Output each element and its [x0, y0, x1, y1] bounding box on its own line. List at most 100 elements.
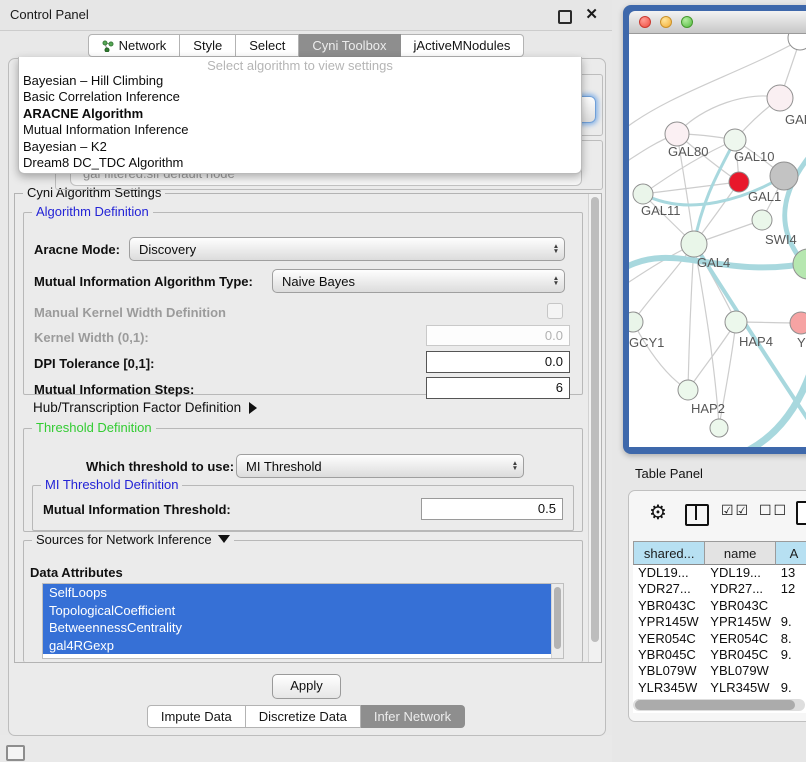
manual-kernel-label: Manual Kernel Width Definition: [34, 305, 226, 320]
close-traffic-light[interactable]: [639, 16, 651, 28]
aracne-mode-combobox[interactable]: Discovery ▲▼: [129, 237, 565, 261]
network-window-titlebar[interactable]: [629, 11, 806, 34]
kernel-width-field[interactable]: 0.0: [426, 325, 570, 346]
table-cell: YER054C: [633, 631, 705, 647]
network-edge[interactable]: [677, 96, 780, 134]
dpi-tolerance-field[interactable]: 0.0: [426, 351, 570, 373]
table-cell: YLR345W: [633, 680, 705, 696]
hub-definition-toggle[interactable]: Hub/Transcription Factor Definition: [33, 400, 257, 415]
mi-type-combobox[interactable]: Naive Bayes ▲▼: [272, 269, 565, 293]
attribute-list-item[interactable]: SelfLoops: [43, 584, 552, 602]
mi-type-label: Mutual Information Algorithm Type:: [34, 274, 253, 289]
select-all-checkboxes-icon[interactable]: ☑☑: [721, 502, 750, 519]
scrollbar-thumb[interactable]: [591, 197, 599, 642]
network-node[interactable]: [681, 231, 707, 257]
control-panel-header: Control Panel ✕: [0, 0, 612, 31]
settings-vertical-scrollbar[interactable]: [588, 194, 601, 662]
table-cell: YDL19...: [705, 565, 775, 581]
column-header[interactable]: A: [776, 541, 806, 565]
dropdown-item[interactable]: ARACNE Algorithm: [19, 106, 581, 122]
dropdown-item[interactable]: Bayesian – K2: [19, 139, 581, 155]
network-node[interactable]: [629, 312, 643, 332]
network-node[interactable]: [710, 419, 728, 437]
column-header[interactable]: name: [705, 541, 775, 565]
table-row[interactable]: YDL19...YDL19...13: [633, 565, 806, 581]
apply-button[interactable]: Apply: [272, 674, 341, 699]
table-cell: YDL19...: [633, 565, 705, 581]
export-table-icon[interactable]: [796, 501, 806, 525]
table-row[interactable]: YBR043CYBR043C: [633, 598, 806, 614]
sources-group-title[interactable]: Sources for Network Inference: [32, 533, 234, 547]
network-edge[interactable]: [688, 322, 736, 390]
dropdown-item[interactable]: Mutual Information Inference: [19, 122, 581, 138]
zoom-traffic-light[interactable]: [681, 16, 693, 28]
network-node[interactable]: [770, 162, 798, 190]
tab-infer-network[interactable]: Infer Network: [361, 705, 465, 728]
attribute-list-item[interactable]: BetweennessCentrality: [43, 619, 552, 637]
network-node[interactable]: [678, 380, 698, 400]
table-horizontal-scrollbar[interactable]: [633, 699, 805, 711]
network-node-label: GAL11: [641, 203, 681, 218]
attribute-list-item[interactable]: TopologicalCoefficient: [43, 602, 552, 620]
mi-threshold-field[interactable]: 0.5: [421, 498, 563, 520]
tab-style[interactable]: Style: [180, 34, 236, 57]
attribute-list-item[interactable]: gal4RGexp: [43, 637, 552, 655]
tab-jactivemnodules[interactable]: jActiveMNodules: [401, 34, 525, 57]
network-node[interactable]: [788, 34, 806, 50]
minimized-panel-icon[interactable]: [6, 745, 25, 761]
column-header[interactable]: shared...: [633, 541, 705, 565]
which-threshold-combobox[interactable]: MI Threshold ▲▼: [236, 454, 524, 478]
table-row[interactable]: YPR145WYPR145W9.: [633, 614, 806, 630]
network-node[interactable]: [633, 184, 653, 204]
network-edge[interactable]: [633, 322, 688, 390]
deselect-all-checkboxes-icon[interactable]: ☐☐: [759, 502, 788, 519]
tab-discretize-data[interactable]: Discretize Data: [246, 705, 361, 728]
network-node-label: Y: [797, 335, 806, 350]
table-row[interactable]: YER054CYER054C8.: [633, 631, 806, 647]
columns-icon[interactable]: [685, 504, 709, 526]
dropdown-item[interactable]: Bayesian – Hill Climbing: [19, 73, 581, 89]
network-node[interactable]: [752, 210, 772, 230]
manual-kernel-checkbox[interactable]: [547, 303, 563, 319]
table-row[interactable]: YBL079WYBL079W: [633, 663, 806, 679]
data-attributes-label: Data Attributes: [30, 565, 123, 580]
table-cell: YBR045C: [633, 647, 705, 663]
network-node[interactable]: [665, 122, 689, 146]
scrollbar-thumb[interactable]: [554, 587, 561, 649]
dropdown-item[interactable]: Dream8 DC_TDC Algorithm: [19, 155, 581, 171]
dpi-tolerance-label: DPI Tolerance [0,1]:: [34, 356, 154, 371]
close-icon[interactable]: ✕: [585, 5, 598, 23]
network-node-label: GAL10: [734, 149, 774, 164]
tab-select[interactable]: Select: [236, 34, 299, 57]
table-row[interactable]: YDR27...YDR27...12: [633, 581, 806, 597]
table-cell: YDR27...: [705, 581, 775, 597]
network-node[interactable]: [724, 129, 746, 151]
tab-cyni-toolbox[interactable]: Cyni Toolbox: [299, 34, 400, 57]
network-node[interactable]: [725, 311, 747, 333]
attributes-list-scrollbar[interactable]: [551, 584, 563, 658]
scrollbar-thumb[interactable]: [635, 700, 795, 710]
network-edge[interactable]: [629, 40, 800, 130]
network-edge[interactable]: [694, 244, 719, 426]
network-canvas[interactable]: GALGAL80GAL10GAL11SWI4GAL4HAP4YGCY1HAP2G…: [629, 34, 806, 447]
table-panel-title: Table Panel: [635, 466, 703, 481]
minimize-traffic-light[interactable]: [660, 16, 672, 28]
threshold-definition-title: Threshold Definition: [32, 421, 156, 435]
table-cell: YBR043C: [633, 598, 705, 614]
tab-impute-data[interactable]: Impute Data: [147, 705, 246, 728]
network-node[interactable]: [790, 312, 806, 334]
network-edge[interactable]: [688, 244, 694, 390]
float-window-icon[interactable]: [558, 10, 572, 24]
network-node[interactable]: [767, 85, 793, 111]
network-node[interactable]: [729, 172, 749, 192]
network-edge[interactable]: [741, 368, 806, 447]
table-row[interactable]: YBR045CYBR045C9.: [633, 647, 806, 663]
table-row[interactable]: YLR345WYLR345W9.: [633, 680, 806, 696]
tab-network[interactable]: Network: [88, 34, 181, 57]
table-cell: YBL079W: [633, 663, 705, 679]
mi-steps-field[interactable]: 6: [426, 377, 570, 399]
gear-icon[interactable]: ⚙: [649, 500, 667, 525]
network-icon: [102, 40, 114, 52]
network-node-label: HAP4: [739, 334, 773, 349]
dropdown-item[interactable]: Basic Correlation Inference: [19, 89, 581, 105]
